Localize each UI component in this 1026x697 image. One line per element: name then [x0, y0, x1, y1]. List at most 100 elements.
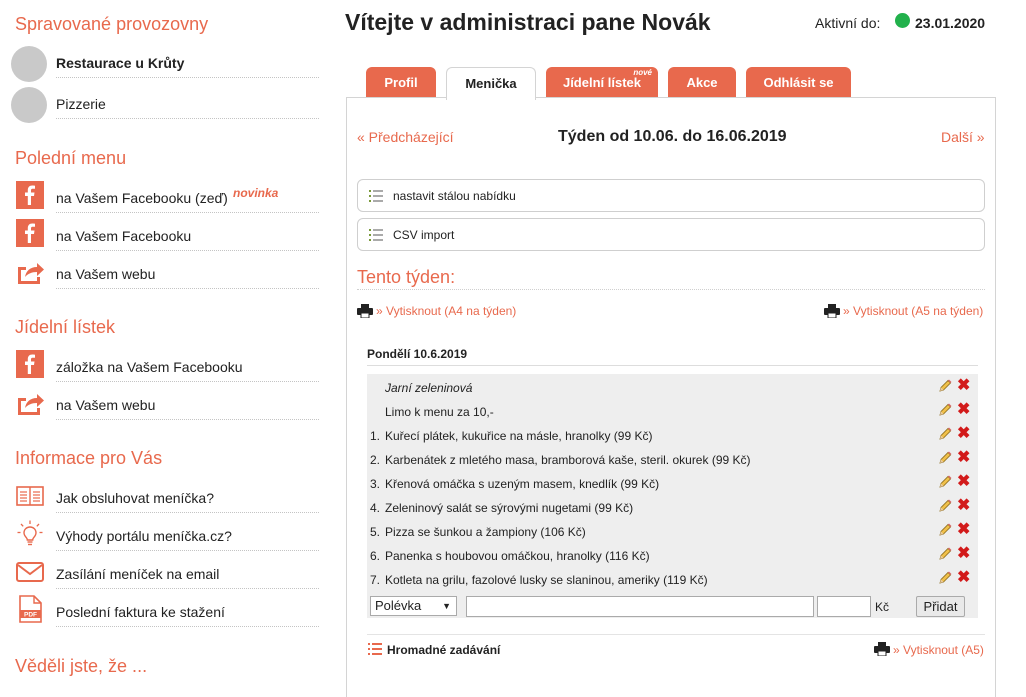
- sidebar-item-manual[interactable]: Jak obsluhovat meníčka?: [15, 479, 319, 513]
- this-week-title: Tento týden:: [357, 267, 456, 287]
- pencil-icon[interactable]: [938, 547, 952, 561]
- menu-item-number: 4.: [370, 501, 381, 515]
- menu-item-text: Panenka s houbovou omáčkou, hranolky (11…: [385, 549, 650, 563]
- add-button[interactable]: Přidat: [916, 596, 965, 617]
- sidebar-title-provozovny: Spravované provozovny: [15, 14, 209, 34]
- tab-akce[interactable]: Akce: [668, 67, 736, 98]
- sidebar-item-pizzerie[interactable]: Pizzerie: [15, 85, 319, 119]
- sidebar-item-label[interactable]: Jak obsluhovat meníčka?: [56, 490, 214, 506]
- pencil-icon[interactable]: [938, 451, 952, 465]
- delete-icon[interactable]: ✖: [957, 495, 970, 515]
- divider: [367, 365, 978, 366]
- sidebar-title-info: Informace pro Vás: [15, 448, 163, 468]
- price-input[interactable]: [817, 596, 871, 617]
- prev-week-link[interactable]: « Předcházející: [357, 129, 454, 145]
- pencil-icon[interactable]: [938, 475, 952, 489]
- sidebar-item-invoice[interactable]: PDF Poslední faktura ke stažení: [15, 593, 319, 627]
- sidebar-item-label[interactable]: záložka na Vašem Facebooku: [56, 359, 243, 375]
- csv-import-button[interactable]: CSV import: [357, 218, 985, 251]
- menu-item-row: 3. Křenová omáčka s uzeným masem, knedlík…: [367, 471, 977, 495]
- menu-item-row: 4. Zeleninový salát se sýrovými nugetami …: [367, 495, 977, 519]
- sidebar-item-label[interactable]: Výhody portálu meníčka.cz?: [56, 528, 232, 544]
- sidebar-item-label[interactable]: na Vašem Facebooku: [56, 228, 191, 244]
- printer-icon: [357, 304, 373, 318]
- sidebar-item-label[interactable]: Pizzerie: [56, 96, 106, 112]
- delete-icon[interactable]: ✖: [957, 543, 970, 563]
- sidebar-item-label[interactable]: Zasílání meníček na email: [56, 566, 219, 582]
- delete-icon[interactable]: ✖: [957, 471, 970, 491]
- pencil-icon[interactable]: [938, 499, 952, 513]
- divider: [367, 634, 985, 635]
- print-a5-link[interactable]: » Vytisknout (A5 na týden): [843, 304, 983, 318]
- sidebar-title-jidelni: Jídelní lístek: [15, 317, 116, 337]
- divider: [357, 289, 985, 290]
- list-icon: [369, 190, 383, 202]
- pdf-icon: PDF: [19, 595, 42, 623]
- button-label: nastavit stálou nabídku: [393, 189, 516, 203]
- sidebar-item-web[interactable]: na Vašem webu: [15, 255, 319, 289]
- meal-name-input[interactable]: [466, 596, 814, 617]
- active-until-date: 23.01.2020: [915, 15, 986, 31]
- delete-icon[interactable]: ✖: [957, 447, 970, 467]
- manual-icon: [16, 486, 44, 506]
- menu-item-text: Kotleta na grilu, fazolové lusky se slan…: [385, 573, 708, 587]
- menu-item-text: Kuřecí plátek, kukuřice na másle, hranol…: [385, 429, 653, 443]
- pencil-icon[interactable]: [938, 379, 952, 393]
- pencil-icon[interactable]: [938, 523, 952, 537]
- tab-jidelni-listek[interactable]: Jídelní lístek nové: [546, 67, 658, 98]
- tab-label: Jídelní lístek: [562, 75, 642, 90]
- sidebar-item-facebook[interactable]: na Vašem Facebooku: [15, 217, 319, 251]
- type-select[interactable]: Polévka ▼: [370, 596, 457, 616]
- status-dot-icon: [895, 13, 910, 28]
- facebook-icon: [16, 181, 44, 209]
- sidebar-item-benefits[interactable]: Výhody portálu meníčka.cz?: [15, 517, 319, 551]
- sidebar-title-vedeli: Věděli jste, že ...: [15, 656, 148, 676]
- tab-odhlasit[interactable]: Odhlásit se: [746, 67, 851, 98]
- menu-item-row: Limo k menu za 10,- ✖: [367, 399, 977, 423]
- menu-item-text: Křenová omáčka s uzeným masem, knedlík (…: [385, 477, 660, 491]
- pencil-icon[interactable]: [938, 571, 952, 585]
- menu-item-row: 5. Pizza se šunkou a žampiony (106 Kč) ✖: [367, 519, 977, 543]
- delete-icon[interactable]: ✖: [957, 567, 970, 587]
- print-a4-link[interactable]: » Vytisknout (A4 na týden): [376, 304, 516, 318]
- menu-item-text: Jarní zeleninová: [385, 381, 473, 395]
- sidebar-item-label[interactable]: na Vašem webu: [56, 266, 155, 282]
- menu-item-row: 2. Karbenátek z mletého masa, bramborová …: [367, 447, 977, 471]
- pencil-icon[interactable]: [938, 427, 952, 441]
- printer-icon: [824, 304, 840, 318]
- sidebar-title-poledni: Polední menu: [15, 148, 127, 168]
- menu-item-text: Zeleninový salát se sýrovými nugetami (9…: [385, 501, 634, 515]
- menu-item-number: 6.: [370, 549, 381, 563]
- sidebar-item-label[interactable]: Restaurace u Krůty: [56, 55, 184, 71]
- currency-label: Kč: [875, 600, 890, 614]
- tab-menicka[interactable]: Menička: [446, 67, 536, 100]
- facebook-icon: [16, 350, 44, 378]
- print-day-link[interactable]: » Vytisknout (A5): [893, 643, 984, 657]
- sidebar-item-label[interactable]: na Vašem Facebooku (zeď): [56, 190, 228, 206]
- printer-icon: [874, 642, 890, 656]
- type-select-value: Polévka: [375, 598, 422, 613]
- delete-icon[interactable]: ✖: [957, 375, 970, 395]
- active-until-label: Aktivní do:: [815, 15, 881, 31]
- pencil-icon[interactable]: [938, 403, 952, 417]
- sidebar-item-label[interactable]: Poslední faktura ke stažení: [56, 604, 225, 620]
- sidebar-item-label[interactable]: na Vašem webu: [56, 397, 155, 413]
- sidebar-item-restaurace[interactable]: Restaurace u Krůty: [15, 44, 319, 78]
- sidebar-item-email[interactable]: Zasílání meníček na email: [15, 555, 319, 589]
- share-icon: [18, 263, 44, 284]
- next-week-link[interactable]: Další »: [941, 129, 985, 145]
- set-fixed-offer-button[interactable]: nastavit stálou nabídku: [357, 179, 985, 212]
- tab-profil[interactable]: Profil: [366, 67, 436, 98]
- delete-icon[interactable]: ✖: [957, 399, 970, 419]
- chevron-down-icon: ▼: [442, 601, 451, 611]
- sidebar-item-facebook-wall[interactable]: na Vašem Facebooku (zeď) novinka: [15, 179, 319, 213]
- email-icon: [16, 562, 44, 582]
- bulk-entry-link[interactable]: Hromadné zadávání: [387, 643, 500, 657]
- delete-icon[interactable]: ✖: [957, 519, 970, 539]
- sidebar-item-web[interactable]: na Vašem webu: [15, 386, 319, 420]
- delete-icon[interactable]: ✖: [957, 423, 970, 443]
- sidebar-item-facebook-tab[interactable]: záložka na Vašem Facebooku: [15, 348, 319, 382]
- svg-text:PDF: PDF: [24, 612, 37, 619]
- menu-item-number: 3.: [370, 477, 381, 491]
- menu-item-row: 6. Panenka s houbovou omáčkou, hranolky (…: [367, 543, 977, 567]
